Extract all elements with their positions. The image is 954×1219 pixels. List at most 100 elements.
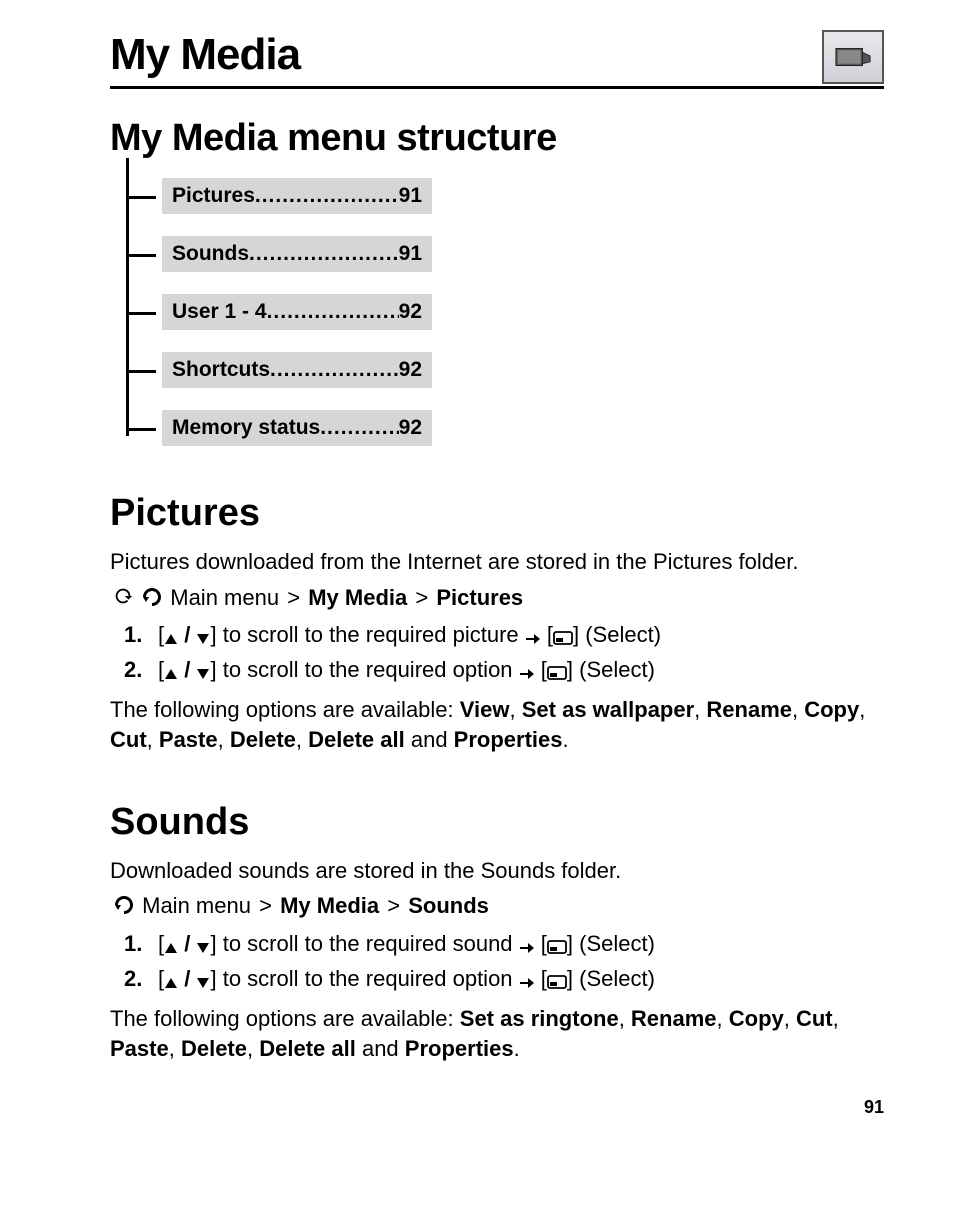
step-body: [ / ] to scroll to the required option […	[158, 654, 884, 689]
tree-dots	[267, 300, 399, 324]
tree-dots	[320, 416, 398, 440]
tree-page: 92	[399, 358, 422, 382]
tree-label: Shortcuts	[172, 358, 270, 382]
tree-label: Pictures	[172, 184, 255, 208]
opt: Paste	[110, 1036, 169, 1061]
down-triangle-icon	[196, 657, 210, 689]
step-text: to scroll to the required sound	[223, 931, 513, 956]
media-device-icon	[822, 30, 884, 84]
nav-prefix: Main menu	[170, 585, 279, 610]
opts-lead: The following options are available:	[110, 697, 460, 722]
tree-connector	[126, 428, 156, 431]
opts-lead: The following options are available:	[110, 1006, 460, 1031]
tree-dots	[270, 358, 399, 382]
comma: ,	[792, 697, 804, 722]
tree-page: 92	[399, 416, 422, 440]
step-suffix: (Select)	[579, 966, 655, 991]
tree-label: User 1 - 4	[172, 300, 267, 324]
up-triangle-icon	[164, 931, 178, 963]
opt: Delete all	[259, 1036, 356, 1061]
down-triangle-icon	[196, 966, 210, 998]
goto-arrow-icon	[112, 893, 136, 924]
up-triangle-icon	[164, 622, 178, 654]
list-item: 1. [ / ] to scroll to the required sound…	[124, 928, 884, 963]
page-header: My Media	[110, 30, 884, 89]
tree-item: Memory status 92	[126, 410, 884, 446]
list-item: 2. [ / ] to scroll to the required optio…	[124, 654, 884, 689]
tree-entry: Sounds 91	[162, 236, 432, 272]
opt: Cut	[796, 1006, 833, 1031]
up-triangle-icon	[164, 966, 178, 998]
tree-label: Memory status	[172, 416, 320, 440]
tree-item: Shortcuts 92	[126, 352, 884, 388]
opt: Copy	[729, 1006, 784, 1031]
right-arrow-icon	[525, 622, 541, 654]
list-item: 1. [ / ] to scroll to the required pictu…	[124, 619, 884, 654]
sounds-options: The following options are available: Set…	[110, 1004, 884, 1063]
right-arrow-icon	[519, 966, 535, 998]
opt: Paste	[159, 727, 218, 752]
right-arrow-icon	[519, 657, 535, 689]
nav-mid: My Media	[280, 893, 379, 918]
pictures-options: The following options are available: Vie…	[110, 695, 884, 754]
opt: Delete	[230, 727, 296, 752]
up-triangle-icon	[164, 657, 178, 689]
tree-dots	[255, 184, 399, 208]
tree-entry: Pictures 91	[162, 178, 432, 214]
comma: ,	[296, 727, 308, 752]
tree-connector	[126, 312, 156, 315]
step-suffix: (Select)	[585, 622, 661, 647]
tree-page: 91	[399, 184, 422, 208]
step-number: 2.	[124, 654, 158, 689]
pictures-steps: 1. [ / ] to scroll to the required pictu…	[124, 619, 884, 689]
comma: ,	[510, 697, 522, 722]
opt: Set as ringtone	[460, 1006, 619, 1031]
right-arrow-icon	[519, 931, 535, 963]
softkey-icon	[547, 931, 567, 963]
step-number: 2.	[124, 963, 158, 998]
tree-page: 92	[399, 300, 422, 324]
menu-tree: Pictures 91 Sounds 91 User 1 - 4 92 Shor…	[126, 178, 884, 446]
tree-dots	[249, 242, 399, 266]
opt: View	[460, 697, 510, 722]
page-title: My Media	[110, 30, 300, 80]
comma: ,	[717, 1006, 729, 1031]
period: .	[514, 1036, 520, 1061]
down-triangle-icon	[196, 931, 210, 963]
opt: Rename	[631, 1006, 717, 1031]
pictures-heading: Pictures	[110, 492, 884, 535]
opt-last: Properties	[454, 727, 563, 752]
nav-mid: My Media	[308, 585, 407, 610]
tree-connector	[126, 370, 156, 373]
page-number: 91	[110, 1097, 884, 1118]
opt: Delete all	[308, 727, 405, 752]
tree-entry: Shortcuts 92	[162, 352, 432, 388]
comma: ,	[694, 697, 706, 722]
step-body: [ / ] to scroll to the required picture …	[158, 619, 884, 654]
tree-connector	[126, 196, 156, 199]
pictures-nav-path: Main menu > My Media > Pictures	[110, 583, 884, 616]
step-text: to scroll to the required picture	[223, 622, 519, 647]
softkey-icon	[547, 966, 567, 998]
comma: ,	[169, 1036, 181, 1061]
nav-sep: >	[385, 893, 402, 918]
comma: ,	[619, 1006, 631, 1031]
nav-prefix: Main menu	[142, 893, 251, 918]
nav-last: Pictures	[436, 585, 523, 610]
comma: ,	[833, 1006, 839, 1031]
comma: ,	[218, 727, 230, 752]
tree-entry: User 1 - 4 92	[162, 294, 432, 330]
tree-page: 91	[399, 242, 422, 266]
opt: Rename	[706, 697, 792, 722]
list-item: 2. [ / ] to scroll to the required optio…	[124, 963, 884, 998]
step-body: [ / ] to scroll to the required sound []…	[158, 928, 884, 963]
step-number: 1.	[124, 619, 158, 654]
period: .	[563, 727, 569, 752]
opt: Cut	[110, 727, 147, 752]
step-body: [ / ] to scroll to the required option […	[158, 963, 884, 998]
opt-last: Properties	[405, 1036, 514, 1061]
nav-sep: >	[285, 585, 302, 610]
tree-item: Sounds 91	[126, 236, 884, 272]
softkey-icon	[547, 657, 567, 689]
sounds-steps: 1. [ / ] to scroll to the required sound…	[124, 928, 884, 998]
